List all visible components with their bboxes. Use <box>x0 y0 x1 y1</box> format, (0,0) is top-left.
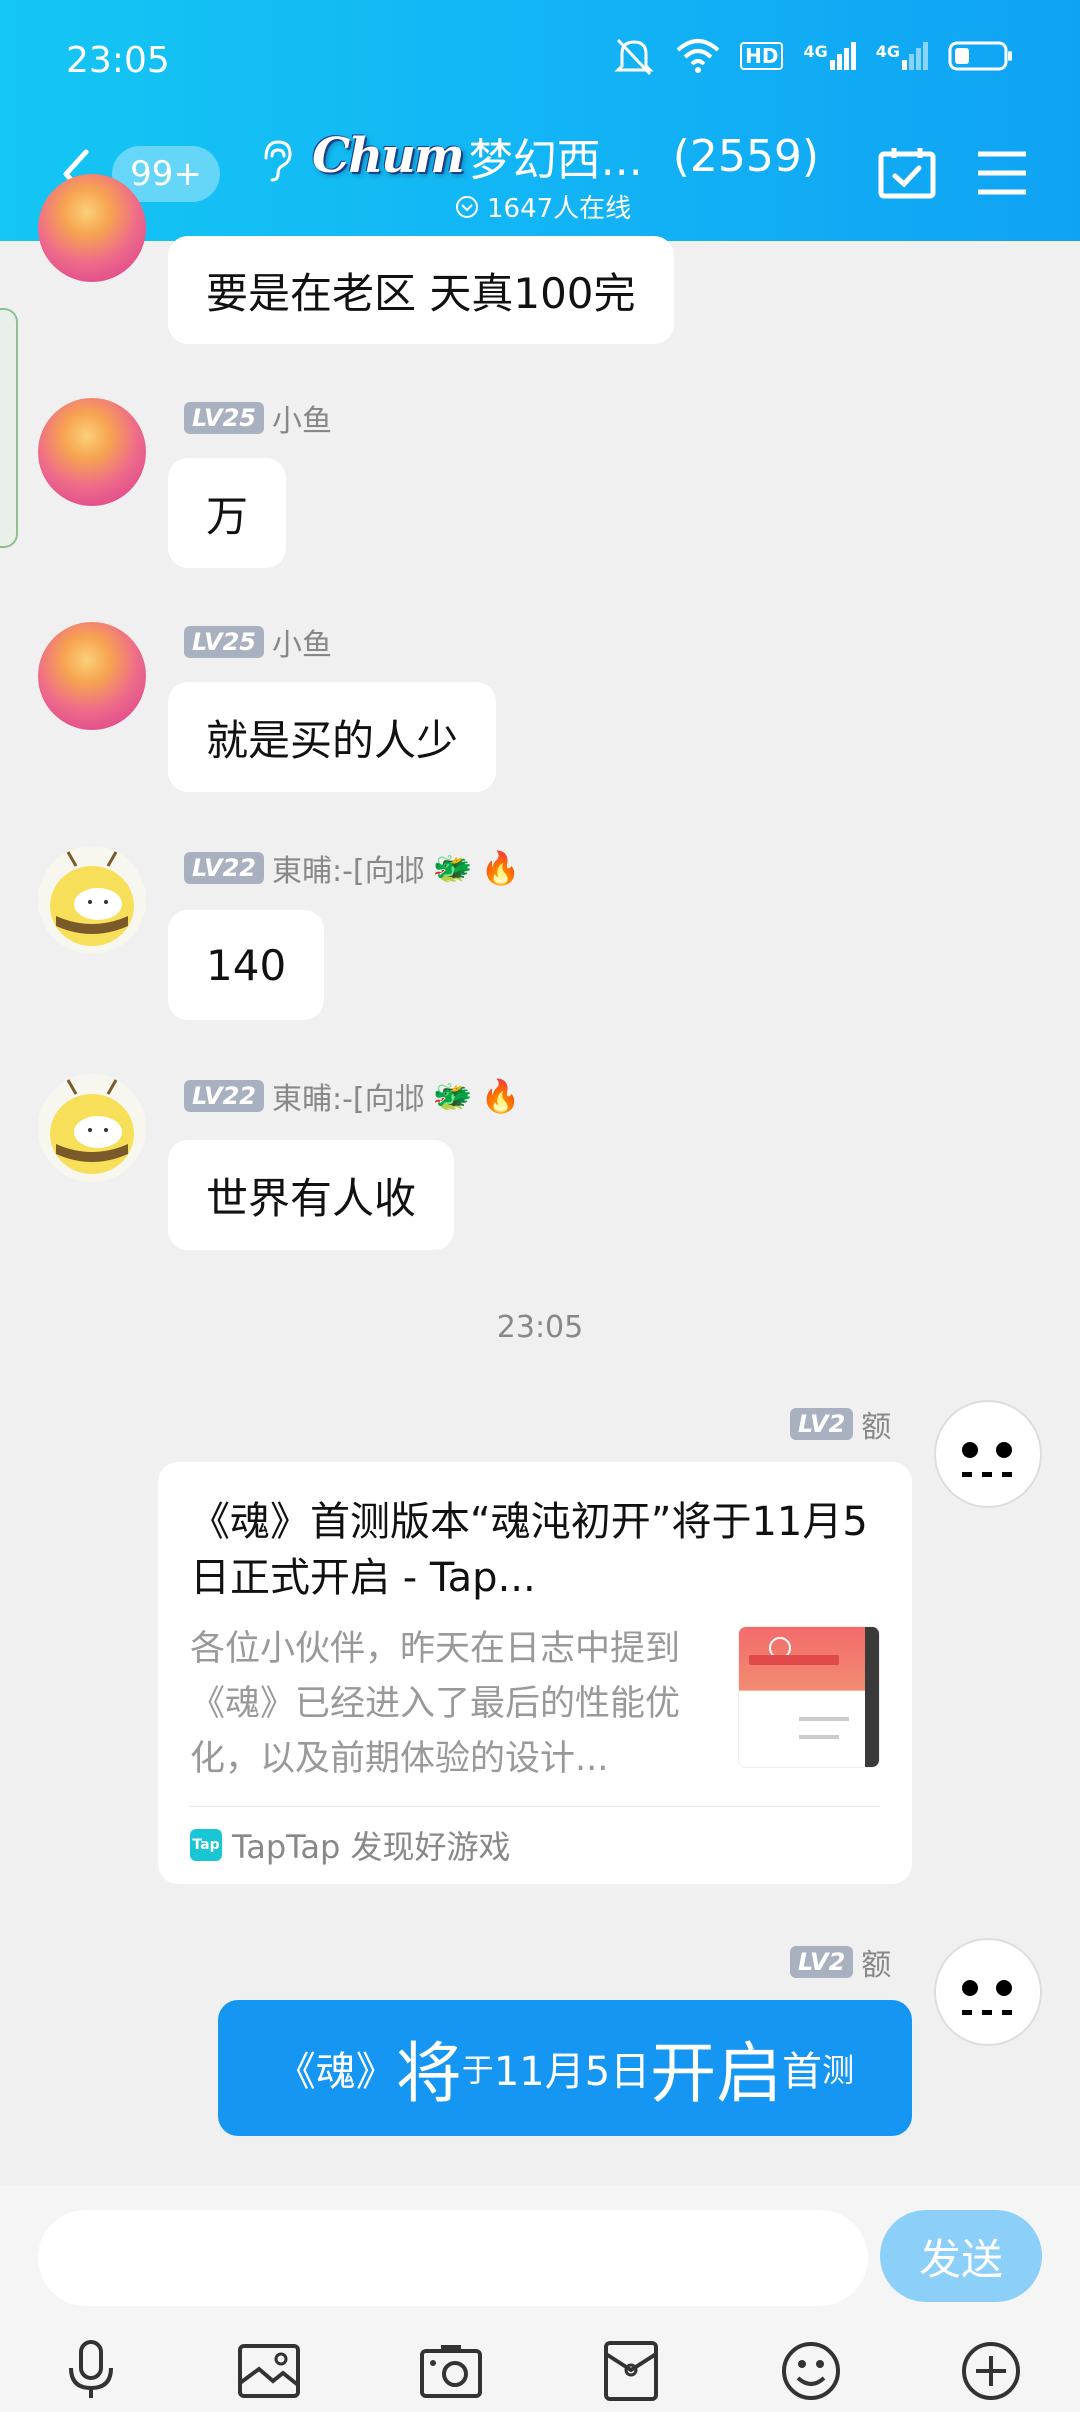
status-icons: HD 4G 4G <box>612 36 1014 76</box>
rich-text-part: 《魂》 <box>275 2049 396 2095</box>
rich-text-part: 开启 <box>650 2035 783 2112</box>
sender-meta: LV2 额 <box>790 1402 891 1446</box>
fire-emoji-icon: 🔥 <box>480 849 521 887</box>
link-card-source: Tap TapTap 发现好游戏 <box>190 1822 511 1868</box>
fire-emoji-icon: 🔥 <box>480 1077 521 1115</box>
mute-bell-icon <box>614 38 654 76</box>
status-time: 23:05 <box>66 40 170 81</box>
member-count: (2559) <box>672 130 820 182</box>
floating-edge-handle[interactable] <box>0 308 18 548</box>
sender-meta: LV22 東晡:-[向邶 🐲 🔥 <box>184 846 520 890</box>
send-button[interactable]: 发送 <box>880 2210 1042 2302</box>
sender-name[interactable]: 東晡:-[向邶 <box>272 846 425 890</box>
link-card-description: 各位小伙伴，昨天在日志中提到《魂》已经进入了最后的性能优化，以及前期体验的设计.… <box>190 1629 681 1779</box>
hd-icon: HD <box>740 42 784 70</box>
rich-text-part: 首 <box>782 2049 823 2095</box>
link-card[interactable]: 《魂》首测版本“魂沌初开”将于11月5日正式开启 - Tap... 各位小伙伴，… <box>158 1462 912 1884</box>
online-count: 1647人在线 <box>487 194 632 224</box>
level-badge: LV25 <box>184 626 264 658</box>
sender-name[interactable]: 额 <box>861 1402 891 1446</box>
signal-icon-1: 4G <box>803 42 856 70</box>
group-title-row[interactable]: Chum 梦幻西... (2559) <box>312 124 819 188</box>
sender-name[interactable]: 额 <box>861 1940 891 1984</box>
message-bubble-self[interactable]: 《魂》 将 于 11月5日 开启 首 测 <box>218 2000 912 2136</box>
link-card-thumbnail <box>738 1626 880 1768</box>
group-logo: Chum <box>312 128 465 184</box>
network-type-1: 4G <box>803 42 828 61</box>
menu-icon[interactable] <box>976 150 1028 196</box>
message-bubble[interactable]: 万 <box>168 458 287 568</box>
avatar[interactable] <box>38 1074 146 1182</box>
message-bubble[interactable]: 就是买的人少 <box>168 682 497 792</box>
sender-meta: LV25 小鱼 <box>184 396 332 440</box>
sender-name[interactable]: 東晡:-[向邶 <box>272 1074 425 1118</box>
level-badge: LV2 <box>790 1946 854 1978</box>
message-bubble[interactable]: 世界有人收 <box>168 1140 455 1250</box>
dragon-emoji-icon: 🐲 <box>432 1077 473 1115</box>
level-badge: LV25 <box>184 402 264 434</box>
level-badge: LV22 <box>184 852 264 884</box>
time-separator: 23:05 <box>496 1310 584 1345</box>
link-card-title: 《魂》首测版本“魂沌初开”将于11月5日正式开启 - Tap... <box>190 1499 868 1601</box>
avatar[interactable] <box>38 398 146 506</box>
robot-avatar-icon <box>962 1980 1012 2015</box>
chevron-down-circle-icon <box>456 195 478 218</box>
link-card-source-name: TapTap 发现好游戏 <box>232 1828 511 1866</box>
rich-text-part: 于 <box>461 2051 494 2089</box>
sender-name[interactable]: 小鱼 <box>272 620 332 664</box>
sender-meta: LV25 小鱼 <box>184 620 332 664</box>
level-badge: LV2 <box>790 1408 854 1440</box>
calendar-check-icon[interactable] <box>878 146 936 200</box>
mic-icon[interactable] <box>56 2336 126 2406</box>
avatar[interactable] <box>934 1400 1042 1508</box>
message-bubble[interactable]: 要是在老区 天真100完 <box>168 236 674 344</box>
avatar[interactable] <box>38 622 146 730</box>
signal-icon-2: 4G <box>876 42 928 70</box>
rich-text-part: 将 <box>395 2035 462 2112</box>
dragon-emoji-icon: 🐲 <box>432 849 473 887</box>
avatar[interactable] <box>934 1938 1042 2046</box>
plus-icon[interactable] <box>956 2336 1026 2406</box>
avatar[interactable] <box>38 174 146 282</box>
input-area: 发送 <box>0 2186 1080 2412</box>
sender-meta: LV2 额 <box>790 1940 891 1984</box>
ear-icon[interactable] <box>258 138 294 182</box>
message-bubble[interactable]: 140 <box>168 910 325 1020</box>
bee-avatar-icon <box>50 1079 134 1174</box>
red-packet-icon[interactable] <box>596 2336 666 2406</box>
taptap-logo-icon: Tap <box>190 1829 222 1861</box>
sender-meta: LV22 東晡:-[向邶 🐲 🔥 <box>184 1074 520 1118</box>
robot-avatar-icon <box>962 1442 1012 1477</box>
group-title: 梦幻西... <box>468 135 643 186</box>
rich-text-part: 测 <box>822 2051 855 2089</box>
camera-icon[interactable] <box>416 2336 486 2406</box>
network-type-2: 4G <box>875 42 900 61</box>
level-badge: LV22 <box>184 1080 264 1112</box>
emoji-icon[interactable] <box>776 2336 846 2406</box>
battery-icon <box>948 41 1012 71</box>
message-input[interactable] <box>38 2210 868 2306</box>
chat-header: 23:05 HD 4G 4G 99+ Chum 梦幻西... (2559) 16… <box>0 0 1080 241</box>
card-divider <box>190 1806 880 1807</box>
sender-name[interactable]: 小鱼 <box>272 396 332 440</box>
bee-avatar-icon <box>50 851 134 946</box>
input-toolbar <box>0 2326 1080 2410</box>
image-icon[interactable] <box>234 2336 304 2406</box>
wifi-icon <box>676 39 720 73</box>
online-status[interactable]: 1647人在线 <box>455 188 631 225</box>
avatar[interactable] <box>38 846 146 954</box>
rich-text-part: 11月5日 <box>493 2049 651 2095</box>
